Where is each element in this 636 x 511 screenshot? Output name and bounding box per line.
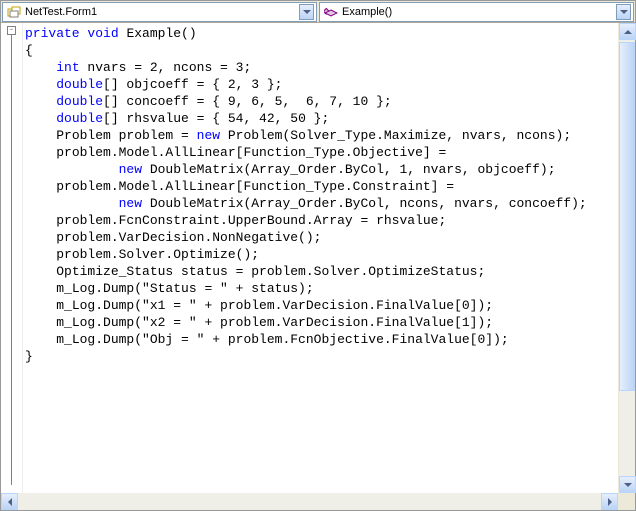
- code-line: problem.FcnConstraint.UpperBound.Array =…: [25, 212, 618, 229]
- scroll-right-button[interactable]: [601, 493, 618, 510]
- scroll-down-button[interactable]: [619, 476, 636, 493]
- navigation-bar: NetTest.Form1 Example(): [1, 1, 635, 23]
- class-icon: [7, 6, 21, 18]
- scrollbar-corner: [618, 493, 635, 510]
- method-icon: [324, 6, 338, 18]
- outline-gutter: -: [1, 23, 23, 493]
- scroll-track[interactable]: [18, 493, 601, 510]
- code-line: m_Log.Dump("x1 = " + problem.VarDecision…: [25, 297, 618, 314]
- code-line: Optimize_Status status = problem.Solver.…: [25, 263, 618, 280]
- class-selector-dropdown[interactable]: NetTest.Form1: [2, 2, 317, 22]
- code-line: Problem problem = new Problem(Solver_Typ…: [25, 127, 618, 144]
- code-line: new DoubleMatrix(Array_Order.ByCol, 1, n…: [25, 161, 618, 178]
- scroll-up-button[interactable]: [619, 23, 636, 40]
- member-selector-dropdown[interactable]: Example(): [319, 2, 634, 22]
- code-line: m_Log.Dump("Status = " + status);: [25, 280, 618, 297]
- code-editor[interactable]: - private void Example(){ int nvars = 2,…: [1, 23, 635, 493]
- scroll-track[interactable]: [619, 40, 635, 476]
- code-line: new DoubleMatrix(Array_Order.ByCol, ncon…: [25, 195, 618, 212]
- code-line: {: [25, 42, 618, 59]
- dropdown-arrow-icon[interactable]: [299, 4, 314, 20]
- class-selector-label: NetTest.Form1: [25, 6, 297, 18]
- outline-collapse-toggle[interactable]: -: [7, 26, 16, 35]
- scroll-thumb[interactable]: [619, 42, 635, 391]
- code-line: problem.VarDecision.NonNegative();: [25, 229, 618, 246]
- code-line: problem.Solver.Optimize();: [25, 246, 618, 263]
- dropdown-arrow-icon[interactable]: [616, 4, 631, 20]
- code-line: m_Log.Dump("x2 = " + problem.VarDecision…: [25, 314, 618, 331]
- code-line: problem.Model.AllLinear[Function_Type.Co…: [25, 178, 618, 195]
- horizontal-scrollbar[interactable]: [1, 493, 635, 510]
- code-line: int nvars = 2, ncons = 3;: [25, 59, 618, 76]
- code-line: double[] objcoeff = { 2, 3 };: [25, 76, 618, 93]
- code-line: m_Log.Dump("Obj = " + problem.FcnObjecti…: [25, 331, 618, 348]
- code-line: }: [25, 348, 618, 365]
- code-line: double[] rhsvalue = { 54, 42, 50 };: [25, 110, 618, 127]
- code-line: double[] concoeff = { 9, 6, 5, 6, 7, 10 …: [25, 93, 618, 110]
- scroll-left-button[interactable]: [1, 493, 18, 510]
- outline-line: [11, 35, 12, 485]
- code-text-area[interactable]: private void Example(){ int nvars = 2, n…: [23, 23, 618, 493]
- code-line: problem.Model.AllLinear[Function_Type.Ob…: [25, 144, 618, 161]
- member-selector-label: Example(): [342, 6, 614, 18]
- vertical-scrollbar[interactable]: [618, 23, 635, 493]
- code-line: private void Example(): [25, 25, 618, 42]
